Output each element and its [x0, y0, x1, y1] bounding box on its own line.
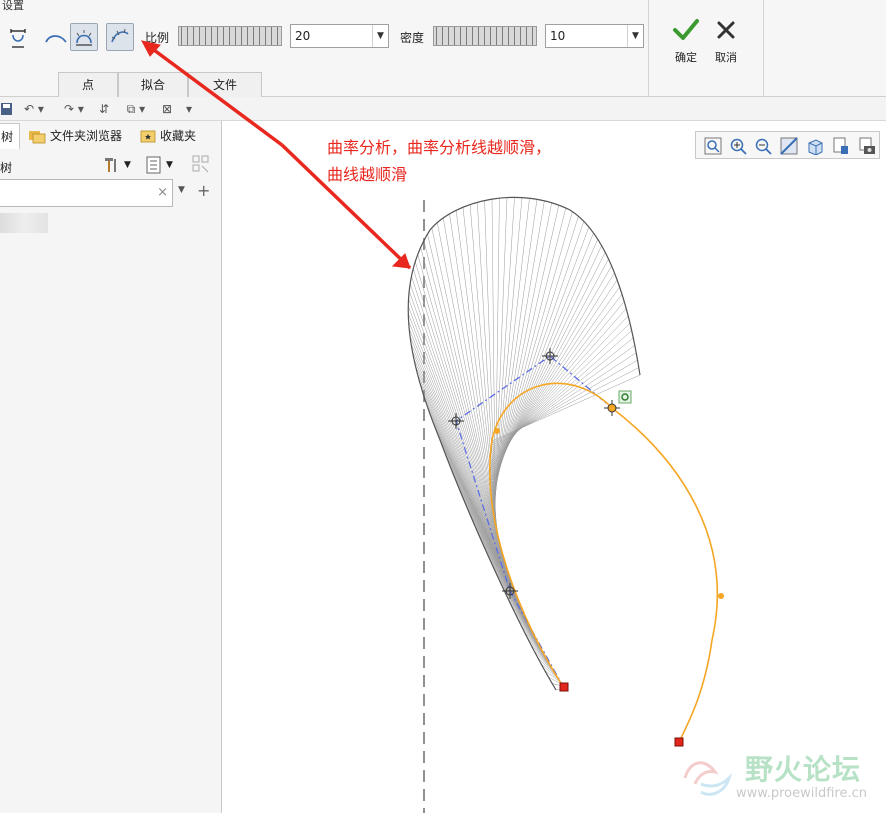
clear-icon[interactable]: × — [157, 185, 168, 200]
curvature-icon[interactable] — [106, 23, 134, 51]
cube-icon[interactable] — [806, 137, 824, 155]
tab-folder-browser[interactable]: 文件夹浏览器 — [28, 123, 122, 149]
model-tree-panel: 树 文件夹浏览器 收藏夹 树 ▼ ▼ × ▼ + — [0, 121, 222, 813]
ribbon-divider — [763, 0, 764, 96]
tree-label: 树 — [0, 161, 13, 175]
annotation-line-2: 曲线越顺滑 — [327, 165, 408, 184]
window-icon[interactable]: ⧉ ▾ — [120, 100, 152, 118]
tab-model-tree[interactable]: 树 — [0, 123, 20, 149]
zoom-out-icon[interactable] — [754, 137, 772, 155]
tab-label: 树 — [1, 129, 14, 144]
redo-icon[interactable]: ↷ ▾ — [58, 100, 90, 118]
density-combo[interactable]: 10 ▼ — [545, 24, 644, 48]
tab-fit[interactable]: 拟合 — [118, 72, 188, 97]
scale-value: 20 — [295, 29, 311, 43]
cancel-button[interactable]: 取消 — [709, 18, 743, 65]
close-icon — [717, 21, 735, 39]
tab-favorites[interactable]: 收藏夹 — [140, 123, 196, 149]
blurred-tree-item — [0, 213, 48, 233]
check-icon — [673, 19, 699, 40]
save-icon[interactable] — [0, 100, 14, 118]
close-window-icon[interactable]: ⊠ — [160, 100, 174, 118]
ok-label: 确定 — [675, 51, 697, 64]
tools-icon[interactable]: ▼ — [102, 155, 138, 175]
density-value: 10 — [550, 29, 566, 43]
tab-label: 文件夹浏览器 — [50, 129, 123, 143]
ribbon-divider — [648, 0, 649, 96]
scale-label: 比例 — [145, 31, 170, 45]
star-folder-icon — [140, 130, 156, 143]
ribbon: 设置 比例 20 ▼ 密度 10 ▼ 确定 取消 点 拟合 文件 — [0, 0, 886, 97]
watermark-text: 野火论坛 — [745, 753, 862, 786]
zoom-fit-icon[interactable] — [704, 137, 722, 155]
watermark-url: www.proewildfire.cn — [736, 786, 867, 801]
tree-search-box[interactable]: × — [0, 179, 173, 207]
chevron-down-icon[interactable]: ▼ — [178, 185, 185, 195]
scale-combo[interactable]: 20 ▼ — [290, 24, 389, 48]
graphics-viewport[interactable] — [223, 121, 886, 813]
annotation-line-1: 曲率分析，曲率分析线越顺滑， — [327, 138, 552, 157]
chevron-down-icon[interactable]: ▼ — [372, 25, 388, 47]
comb-icon[interactable] — [70, 23, 98, 51]
tab-file[interactable]: 文件 — [188, 72, 262, 97]
density-label: 密度 — [400, 31, 425, 45]
curve-icon[interactable] — [42, 24, 70, 52]
ruler-icon[interactable] — [4, 24, 32, 52]
regenerate-icon[interactable]: ⇵ — [96, 100, 112, 118]
search-input[interactable] — [4, 180, 154, 204]
ok-button[interactable]: 确定 — [669, 18, 703, 65]
chevron-down-icon[interactable]: ▼ — [627, 25, 643, 47]
settings-group-label: 设置 — [2, 0, 24, 12]
settings-list-icon[interactable]: ▼ — [146, 155, 182, 175]
annotation-callout: 曲率分析，曲率分析线越顺滑， 曲线越顺滑 — [327, 134, 647, 188]
view-toolbar — [695, 131, 880, 159]
cancel-label: 取消 — [715, 51, 737, 64]
view-icon[interactable] — [780, 137, 798, 155]
undo-icon[interactable]: ↶ ▾ — [20, 100, 48, 118]
tab-label: 收藏夹 — [160, 129, 197, 143]
quick-access-toolbar: ↶ ▾ ↷ ▾ ⇵ ⧉ ▾ ⊠ ▾ — [0, 97, 886, 121]
filter-icon[interactable] — [192, 155, 212, 175]
density-slider[interactable] — [433, 26, 537, 46]
tab-points[interactable]: 点 — [58, 72, 118, 97]
add-icon[interactable]: + — [197, 181, 210, 200]
scale-slider[interactable] — [178, 26, 282, 46]
customize-toolbar-icon[interactable]: ▾ — [182, 100, 196, 118]
zoom-in-icon[interactable] — [729, 137, 747, 155]
camera-icon[interactable] — [858, 137, 876, 155]
saved-view-icon[interactable] — [832, 137, 850, 155]
folder-icon — [29, 131, 46, 144]
